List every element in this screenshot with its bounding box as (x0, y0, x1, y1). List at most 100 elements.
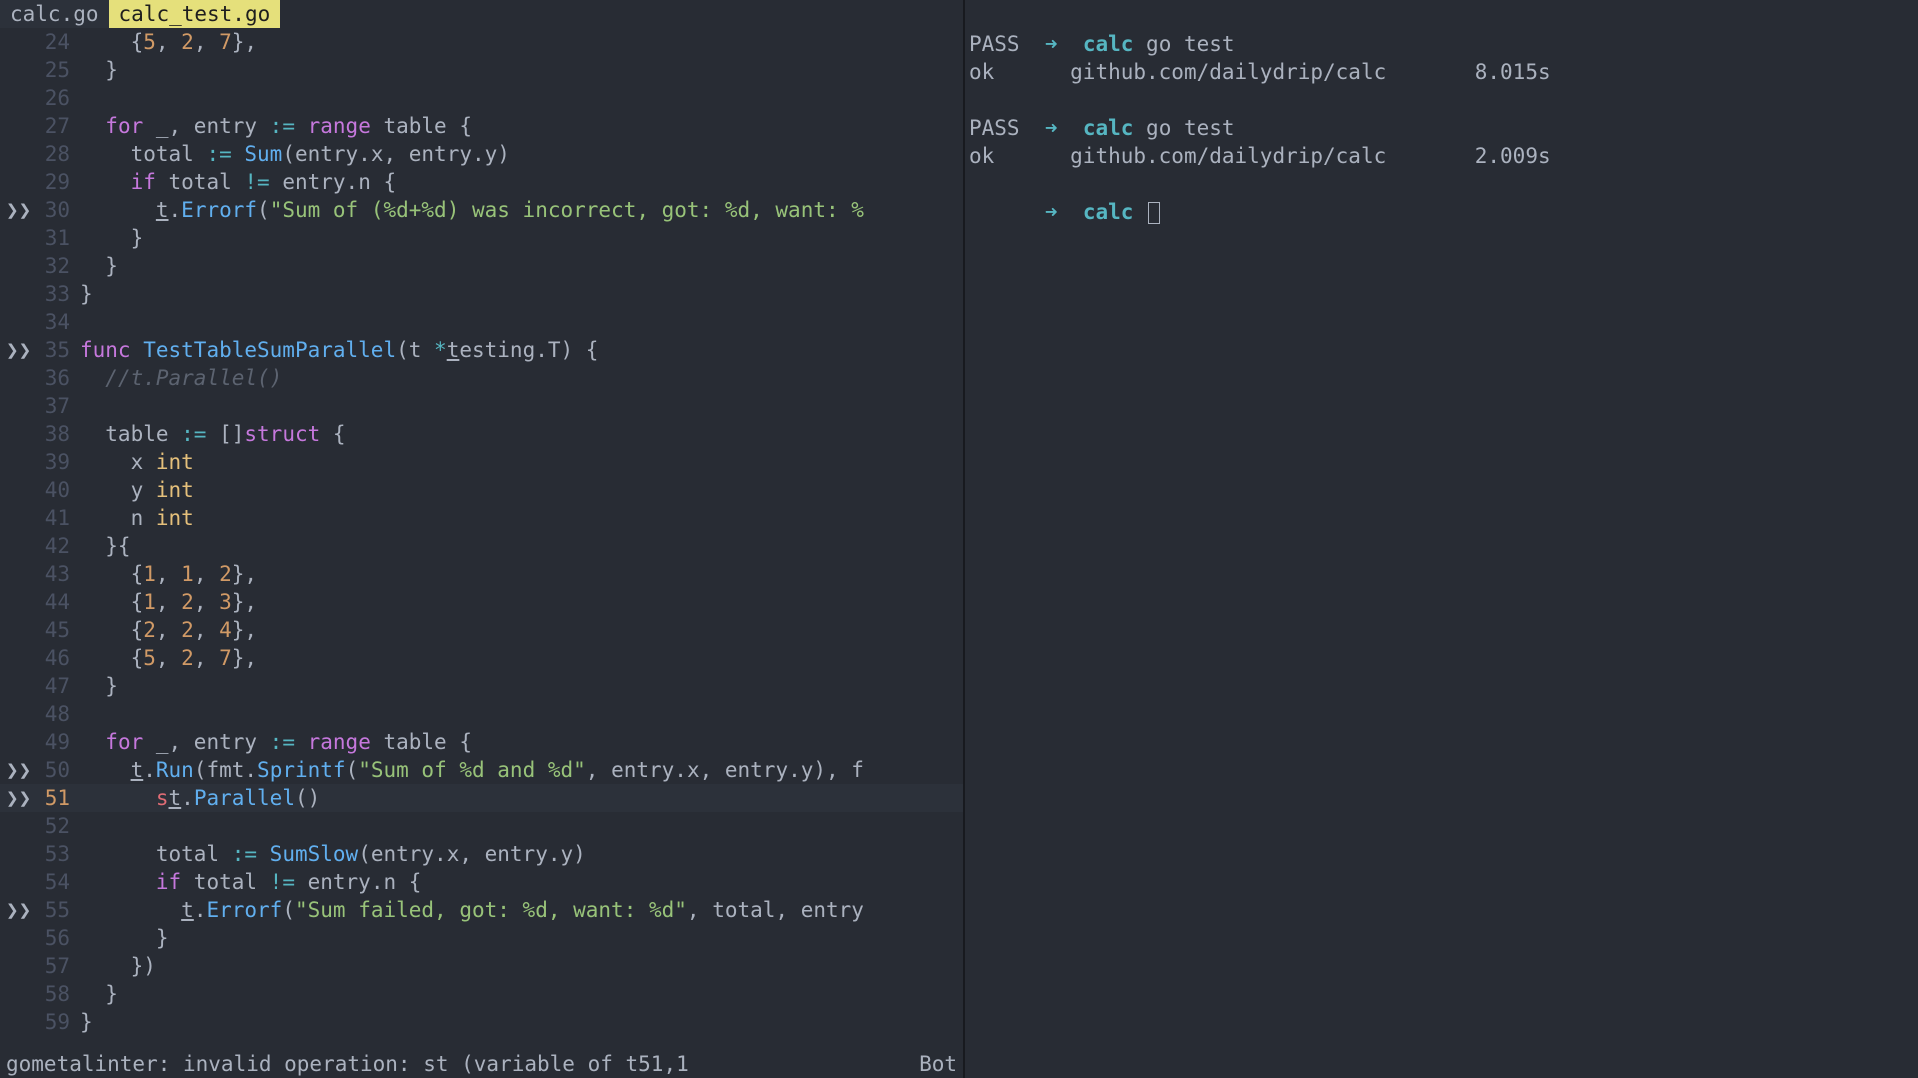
code-text[interactable]: } (80, 672, 963, 700)
code-line[interactable]: 57 }) (0, 952, 963, 980)
code-line[interactable]: 29 if total != entry.n { (0, 168, 963, 196)
line-number: 32 (32, 252, 80, 280)
line-number: 52 (32, 812, 80, 840)
line-number: 37 (32, 392, 80, 420)
code-line[interactable]: 59} (0, 1008, 963, 1036)
gutter-sign (0, 140, 32, 168)
code-line[interactable]: 53 total := SumSlow(entry.x, entry.y) (0, 840, 963, 868)
line-number: 51 (32, 784, 80, 812)
term-command: go test (1146, 116, 1235, 140)
line-number: 25 (32, 56, 80, 84)
code-line[interactable]: 58 } (0, 980, 963, 1008)
code-line[interactable]: 37 (0, 392, 963, 420)
code-line[interactable]: 48 (0, 700, 963, 728)
gutter-sign (0, 56, 32, 84)
code-text[interactable] (80, 308, 963, 336)
code-text[interactable]: x int (80, 448, 963, 476)
code-line[interactable]: 32 } (0, 252, 963, 280)
code-text[interactable]: {5, 2, 7}, (80, 28, 963, 56)
code-line[interactable]: 42 }{ (0, 532, 963, 560)
line-number: 38 (32, 420, 80, 448)
code-text[interactable]: t.Errorf("Sum of (%d+%d) was incorrect, … (80, 196, 963, 224)
terminal-pane[interactable]: ➜ calc go test PASS ok github.com/dailyd… (965, 0, 1918, 1078)
code-text[interactable]: for _, entry := range table { (80, 728, 963, 756)
line-number: 31 (32, 224, 80, 252)
gutter-sign: ❯❯ (0, 336, 32, 364)
code-text[interactable]: {1, 1, 2}, (80, 560, 963, 588)
code-line[interactable]: 36 //t.Parallel() (0, 364, 963, 392)
code-text[interactable]: {5, 2, 7}, (80, 644, 963, 672)
code-text[interactable] (80, 84, 963, 112)
line-number: 50 (32, 756, 80, 784)
term-line-prompt-3[interactable]: ➜ calc (969, 170, 1914, 198)
code-line[interactable]: ❯❯55 t.Errorf("Sum failed, got: %d, want… (0, 896, 963, 924)
tab-calc-test-go[interactable]: calc_test.go (109, 0, 281, 28)
code-line[interactable]: 33} (0, 280, 963, 308)
term-command: go test (1146, 32, 1235, 56)
line-number: 41 (32, 504, 80, 532)
code-text[interactable]: } (80, 224, 963, 252)
code-text[interactable]: }) (80, 952, 963, 980)
code-text[interactable]: {2, 2, 4}, (80, 616, 963, 644)
code-text[interactable]: table := []struct { (80, 420, 963, 448)
editor-body[interactable]: 24 {5, 2, 7},25 }2627 for _, entry := ra… (0, 28, 963, 1036)
code-line[interactable]: 54 if total != entry.n { (0, 868, 963, 896)
code-text[interactable]: } (80, 924, 963, 952)
code-text[interactable]: total := Sum(entry.x, entry.y) (80, 140, 963, 168)
code-text[interactable]: n int (80, 504, 963, 532)
code-line[interactable]: 34 (0, 308, 963, 336)
gutter-sign (0, 728, 32, 756)
gutter-sign: ❯❯ (0, 196, 32, 224)
code-line[interactable]: 52 (0, 812, 963, 840)
code-text[interactable]: } (80, 280, 963, 308)
code-line[interactable]: 46 {5, 2, 7}, (0, 644, 963, 672)
code-text[interactable]: st.Parallel() (80, 784, 963, 812)
line-number: 54 (32, 868, 80, 896)
code-line[interactable]: 27 for _, entry := range table { (0, 112, 963, 140)
code-line[interactable]: 39 x int (0, 448, 963, 476)
code-line[interactable]: ❯❯35func TestTableSumParallel(t *testing… (0, 336, 963, 364)
code-text[interactable]: }{ (80, 532, 963, 560)
code-line[interactable]: ❯❯51 st.Parallel() (0, 784, 963, 812)
code-line[interactable]: 25 } (0, 56, 963, 84)
term-line-ok-1: ok github.com/dailydrip/calc 8.015s (969, 58, 1914, 86)
code-line[interactable]: 49 for _, entry := range table { (0, 728, 963, 756)
code-text[interactable]: if total != entry.n { (80, 168, 963, 196)
code-line[interactable]: 24 {5, 2, 7}, (0, 28, 963, 56)
code-text[interactable]: t.Run(fmt.Sprintf("Sum of %d and %d", en… (80, 756, 963, 784)
code-line[interactable]: ❯❯50 t.Run(fmt.Sprintf("Sum of %d and %d… (0, 756, 963, 784)
code-text[interactable] (80, 812, 963, 840)
code-line[interactable]: 26 (0, 84, 963, 112)
code-text[interactable]: t.Errorf("Sum failed, got: %d, want: %d"… (80, 896, 963, 924)
code-line[interactable]: 43 {1, 1, 2}, (0, 560, 963, 588)
code-text[interactable]: {1, 2, 3}, (80, 588, 963, 616)
code-text[interactable] (80, 700, 963, 728)
code-line[interactable]: 47 } (0, 672, 963, 700)
code-line[interactable]: 56 } (0, 924, 963, 952)
line-number: 26 (32, 84, 80, 112)
code-line[interactable]: 40 y int (0, 476, 963, 504)
code-text[interactable]: if total != entry.n { (80, 868, 963, 896)
prompt-dir: calc (1083, 32, 1134, 56)
code-line[interactable]: 28 total := Sum(entry.x, entry.y) (0, 140, 963, 168)
code-line[interactable]: 45 {2, 2, 4}, (0, 616, 963, 644)
code-text[interactable]: //t.Parallel() (80, 364, 963, 392)
code-text[interactable]: } (80, 56, 963, 84)
code-text[interactable]: } (80, 1008, 963, 1036)
code-line[interactable]: 41 n int (0, 504, 963, 532)
code-text[interactable]: } (80, 980, 963, 1008)
code-text[interactable]: } (80, 252, 963, 280)
code-text[interactable]: func TestTableSumParallel(t *testing.T) … (80, 336, 963, 364)
editor-pane[interactable]: calc.go calc_test.go 24 {5, 2, 7},25 }26… (0, 0, 965, 1078)
code-line[interactable]: 44 {1, 2, 3}, (0, 588, 963, 616)
gutter-sign (0, 420, 32, 448)
term-line-prompt-1: ➜ calc go test (969, 2, 1914, 30)
code-text[interactable]: y int (80, 476, 963, 504)
code-text[interactable]: for _, entry := range table { (80, 112, 963, 140)
code-text[interactable] (80, 392, 963, 420)
code-line[interactable]: 31 } (0, 224, 963, 252)
code-line[interactable]: ❯❯30 t.Errorf("Sum of (%d+%d) was incorr… (0, 196, 963, 224)
code-text[interactable]: total := SumSlow(entry.x, entry.y) (80, 840, 963, 868)
tab-calc-go[interactable]: calc.go (0, 0, 109, 28)
code-line[interactable]: 38 table := []struct { (0, 420, 963, 448)
